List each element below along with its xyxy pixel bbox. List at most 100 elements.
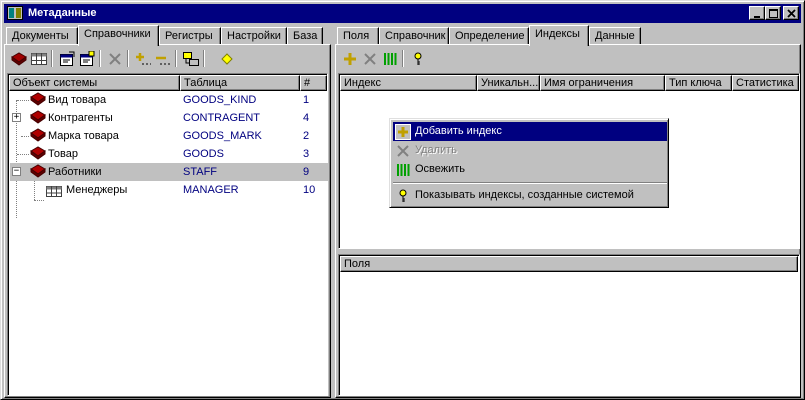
tab-reference[interactable]: Справочник — [379, 27, 449, 45]
expand-icon[interactable]: + — [12, 113, 21, 122]
column-header-unique[interactable]: Уникальн... — [477, 75, 540, 91]
table-name: CONTRAGENT — [183, 112, 260, 124]
tab-indexes[interactable]: Индексы — [529, 25, 589, 46]
table-icon — [46, 185, 62, 203]
object-number: 4 — [303, 112, 310, 124]
right-panel-body: Индекс Уникальн... Имя ограничения Тип к… — [335, 44, 801, 398]
key-icon — [395, 188, 411, 204]
app-icon — [7, 6, 23, 23]
object-number: 10 — [303, 184, 316, 196]
object-name: Работники — [48, 166, 102, 178]
object-number: 9 — [303, 166, 310, 178]
column-header-constraint[interactable]: Имя ограничения — [540, 75, 665, 91]
tree-row-selected[interactable]: − Работники STAFF 9 — [10, 163, 328, 181]
index-fields-grid: Поля — [338, 254, 800, 396]
tab-label: Определение — [455, 30, 525, 42]
tree-row[interactable]: Товар GOODS 3 — [10, 145, 328, 163]
column-header-number[interactable]: # — [300, 75, 327, 91]
toolbar-separator — [203, 50, 205, 67]
column-header-object[interactable]: Объект системы — [9, 75, 180, 91]
object-name: Вид товара — [48, 94, 107, 106]
tree-row[interactable]: Менеджеры MANAGER 10 — [10, 181, 328, 199]
table-name: MANAGER — [183, 184, 239, 196]
delete-index-icon[interactable] — [360, 49, 380, 69]
metadata-window: Метаданные Документы Справочники Регистр… — [0, 0, 805, 400]
menu-item-label: Освежить — [415, 163, 466, 175]
tab-label: Справочники — [84, 28, 151, 40]
tab-label: Справочник — [385, 30, 446, 42]
column-header-table[interactable]: Таблица — [180, 75, 300, 91]
properties-icon[interactable] — [57, 49, 77, 69]
tree-row[interactable]: Вид товара GOODS_KIND 1 — [10, 91, 328, 109]
minimize-button[interactable] — [749, 6, 765, 20]
tab-label: База — [293, 30, 318, 42]
column-header-statistics[interactable]: Статистика — [732, 75, 799, 91]
column-header-fields[interactable]: Поля — [340, 256, 798, 272]
index-toolbar — [338, 47, 798, 71]
tab-catalogs[interactable]: Справочники — [78, 25, 159, 46]
left-panel-body: Объект системы Таблица # Вид товара GOOD… — [4, 44, 331, 398]
column-label: Уникальн... — [481, 77, 539, 89]
column-label: Имя ограничения — [544, 77, 634, 89]
menu-item-show-system-indexes[interactable]: Показывать индексы, созданные системой — [393, 186, 667, 205]
menu-item-refresh[interactable]: Освежить — [393, 160, 667, 179]
right-tabstrip: Поля Справочник Определение Индексы Данн… — [335, 25, 801, 46]
tab-label: Поля — [343, 30, 370, 42]
column-header-index[interactable]: Индекс — [340, 75, 477, 91]
menu-item-delete[interactable]: Удалить — [393, 141, 667, 160]
remove-item-icon[interactable] — [153, 49, 173, 69]
object-name: Менеджеры — [66, 184, 128, 196]
left-pane: Документы Справочники Регистры Настройки… — [4, 25, 331, 398]
menu-item-label: Показывать индексы, созданные системой — [415, 189, 634, 201]
column-label: Объект системы — [13, 77, 98, 89]
book-icon[interactable] — [9, 49, 29, 69]
tree-row[interactable]: Марка товара GOODS_MARK 2 — [10, 127, 328, 145]
left-tabstrip: Документы Справочники Регистры Настройки… — [4, 25, 331, 46]
title-bar[interactable]: Метаданные — [4, 4, 801, 23]
object-number: 1 — [303, 94, 310, 106]
tab-fields[interactable]: Поля — [337, 27, 379, 45]
tab-registers[interactable]: Регистры — [159, 27, 221, 45]
left-toolbar — [7, 47, 327, 71]
menu-item-add-index[interactable]: Добавить индекс — [393, 122, 667, 141]
toolbar-separator — [127, 50, 129, 67]
table-icon[interactable] — [29, 49, 49, 69]
tab-label: Регистры — [165, 30, 213, 42]
collapse-icon[interactable]: − — [12, 167, 21, 176]
tab-label: Документы — [12, 30, 69, 42]
add-item-icon[interactable] — [133, 49, 153, 69]
add-index-icon — [395, 124, 411, 140]
diamond-icon[interactable] — [217, 49, 237, 69]
window-title: Метаданные — [28, 7, 97, 19]
tree-line — [34, 200, 44, 201]
edit-properties-icon[interactable] — [77, 49, 97, 69]
close-button[interactable] — [783, 6, 799, 20]
add-index-icon[interactable] — [340, 49, 360, 69]
hierarchy-icon[interactable] — [181, 49, 201, 69]
delete-icon — [395, 143, 411, 159]
tab-definition[interactable]: Определение — [449, 27, 529, 45]
table-name: GOODS_MARK — [183, 130, 262, 142]
minimize-icon — [754, 16, 760, 18]
delete-icon[interactable] — [105, 49, 125, 69]
maximize-button[interactable] — [765, 6, 781, 20]
table-name: GOODS_KIND — [183, 94, 257, 106]
refresh-icon[interactable] — [380, 49, 400, 69]
tab-data[interactable]: Данные — [589, 27, 641, 45]
tab-documents[interactable]: Документы — [6, 27, 78, 45]
tree-row[interactable]: + Контрагенты CONTRAGENT 4 — [10, 109, 328, 127]
toolbar-separator — [99, 50, 101, 67]
close-icon — [787, 9, 796, 18]
toolbar-separator — [402, 50, 404, 67]
menu-item-label: Добавить индекс — [415, 125, 502, 137]
tab-database[interactable]: База — [287, 27, 323, 45]
table-name: GOODS — [183, 148, 224, 160]
object-name: Марка товара — [48, 130, 119, 142]
tab-label: Настройки — [227, 30, 281, 42]
column-header-key-type[interactable]: Тип ключа — [665, 75, 732, 91]
object-name: Товар — [48, 148, 78, 160]
column-label: Поля — [344, 258, 371, 270]
refresh-icon — [395, 162, 411, 178]
key-icon[interactable] — [408, 49, 428, 69]
tab-settings[interactable]: Настройки — [221, 27, 287, 45]
